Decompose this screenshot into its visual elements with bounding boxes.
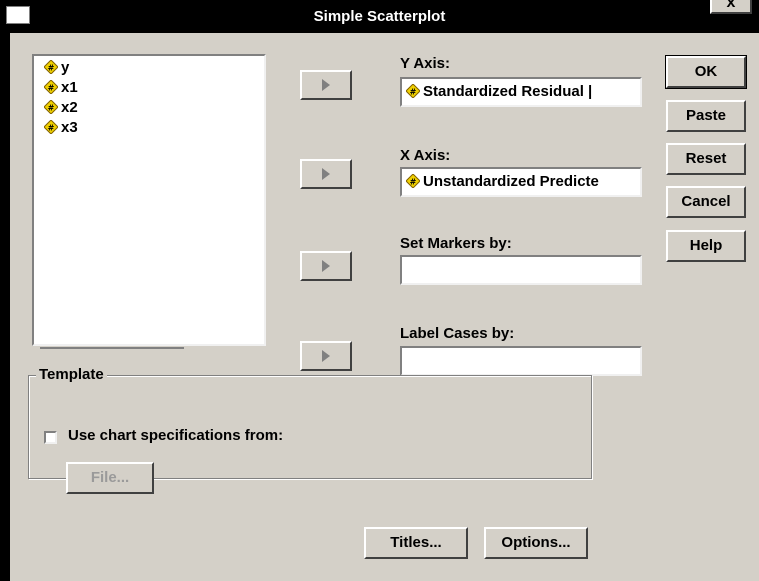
list-item[interactable]: # x1 (44, 78, 78, 98)
svg-text:#: # (48, 104, 55, 113)
y-axis-field[interactable]: # Standardized Residual | (400, 77, 642, 107)
scale-variable-icon: # (44, 80, 58, 94)
source-variable-list[interactable]: # y # x1 # x2 # x3 (32, 54, 266, 346)
variable-name: x2 (61, 99, 78, 116)
x-axis-field[interactable]: # Unstandardized Predicte (400, 167, 642, 197)
y-axis-label: Y Axis: (400, 55, 451, 72)
variable-name: y (61, 59, 70, 76)
set-markers-label: Set Markers by: (400, 235, 512, 252)
scale-variable-icon: # (44, 120, 58, 134)
right-arrow-icon (322, 168, 330, 180)
dialog-body: # y # x1 # x2 # x3 Y Axis: # Standardized Res… (10, 33, 759, 581)
svg-text:#: # (410, 88, 417, 97)
variable-name: x1 (61, 79, 78, 96)
close-button[interactable]: x (710, 0, 752, 14)
window-title: Simple Scatterplot (313, 8, 446, 25)
svg-text:#: # (48, 124, 55, 133)
svg-text:#: # (410, 178, 417, 187)
variable-name: x3 (61, 119, 78, 136)
move-to-label-cases-button[interactable] (300, 341, 352, 371)
file-button: File... (66, 462, 154, 494)
move-to-set-markers-button[interactable] (300, 251, 352, 281)
x-axis-value: Unstandardized Predicte (423, 173, 599, 190)
scale-variable-icon: # (406, 174, 420, 188)
titles-button[interactable]: Titles... (364, 527, 468, 559)
use-chart-specs-label[interactable]: Use chart specifications from: (68, 427, 283, 444)
template-group-title: Template (36, 366, 107, 383)
cancel-button[interactable]: Cancel (666, 186, 746, 218)
x-axis-label: X Axis: (400, 147, 451, 164)
scale-variable-icon: # (44, 60, 58, 74)
move-to-y-axis-button[interactable] (300, 70, 352, 100)
label-cases-field[interactable] (400, 346, 642, 376)
title-bar: Simple Scatterplot x (0, 0, 759, 33)
label-cases-label: Label Cases by: (400, 325, 515, 342)
ok-button[interactable]: OK (665, 55, 747, 89)
move-to-x-axis-button[interactable] (300, 159, 352, 189)
paste-button[interactable]: Paste (666, 100, 746, 132)
scale-variable-icon: # (406, 84, 420, 98)
window-frame (0, 33, 10, 581)
help-button[interactable]: Help (666, 230, 746, 262)
right-arrow-icon (322, 350, 330, 362)
list-item[interactable]: # y (44, 58, 69, 78)
right-arrow-icon (322, 79, 330, 91)
scale-variable-icon: # (44, 100, 58, 114)
list-scrollbar[interactable] (40, 347, 184, 349)
options-button[interactable]: Options... (484, 527, 588, 559)
list-item[interactable]: # x2 (44, 98, 78, 118)
svg-text:#: # (48, 84, 55, 93)
y-axis-value: Standardized Residual | (423, 83, 593, 100)
use-chart-specs-checkbox[interactable] (44, 431, 57, 444)
right-arrow-icon (322, 260, 330, 272)
reset-button[interactable]: Reset (666, 143, 746, 175)
set-markers-field[interactable] (400, 255, 642, 285)
list-item[interactable]: # x3 (44, 118, 78, 138)
svg-text:#: # (48, 64, 55, 73)
